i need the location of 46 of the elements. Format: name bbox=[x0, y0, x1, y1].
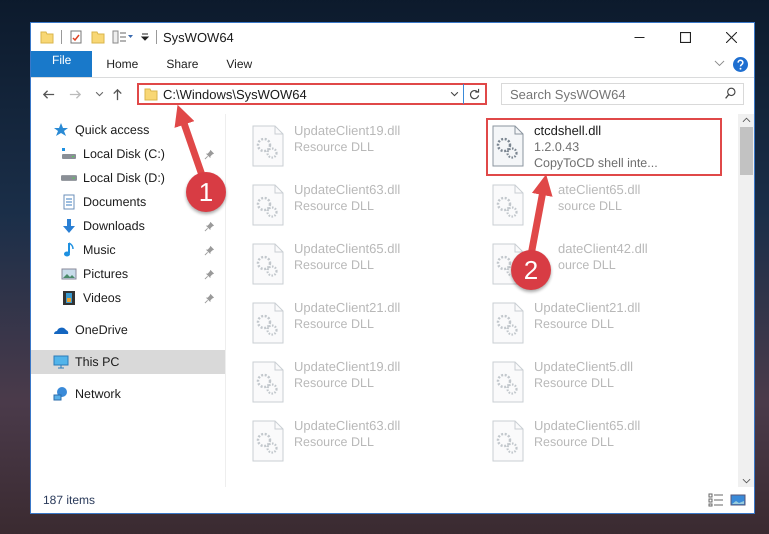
file-name: UpdateClient63.dll bbox=[294, 182, 400, 197]
address-path: C:\Windows\SysWOW64 bbox=[163, 86, 308, 102]
search-field[interactable]: Search SysWOW64 bbox=[501, 83, 744, 105]
file-description: Resource DLL bbox=[294, 376, 375, 390]
file-description: Resource DLL bbox=[294, 435, 375, 449]
file-name: UpdateClient65.dll bbox=[294, 241, 400, 256]
file-description: CopyToCD shell inte... bbox=[534, 156, 658, 170]
ribbon-tab[interactable]: Share bbox=[152, 51, 212, 77]
file-name: UpdateClient21.dll bbox=[534, 300, 640, 315]
nav-item[interactable]: Network bbox=[31, 382, 225, 406]
nav-item[interactable]: Pictures bbox=[83, 267, 128, 281]
nav-item[interactable]: Quick access bbox=[31, 118, 225, 142]
file-name: UpdateClient5.dll bbox=[534, 359, 634, 374]
file-name: ctcdshell.dll bbox=[534, 123, 602, 138]
file-description: source DLL bbox=[558, 199, 623, 213]
file-description: Resource DLL bbox=[534, 435, 615, 449]
nav-item[interactable]: OneDrive bbox=[31, 318, 225, 342]
file-version: 1.2.0.43 bbox=[534, 140, 580, 154]
nav-item[interactable]: Local Disk (C:) bbox=[83, 147, 165, 161]
file-name: UpdateClient63.dll bbox=[294, 418, 400, 433]
file-tab[interactable]: File bbox=[31, 51, 92, 77]
ribbon-tab[interactable]: Home bbox=[92, 51, 152, 77]
file-description: Resource DLL bbox=[294, 199, 375, 213]
selected-file-item[interactable]: ctcdshell.dll 1.2.0.43 CopyToCD shell inte... bbox=[486, 118, 722, 176]
file-name: dateClient42.dll bbox=[558, 241, 648, 256]
nav-item[interactable]: Music bbox=[83, 243, 116, 257]
file-name: ateClient65.dll bbox=[558, 182, 640, 197]
nav-item[interactable]: This PC bbox=[31, 350, 225, 374]
nav-item[interactable]: Videos bbox=[83, 291, 121, 305]
file-name: UpdateClient21.dll bbox=[294, 300, 400, 315]
file-description: Resource DLL bbox=[534, 376, 615, 390]
nav-item[interactable]: Downloads bbox=[83, 219, 145, 233]
file-description: Resource DLL bbox=[294, 140, 375, 154]
file-name: UpdateClient19.dll bbox=[294, 123, 400, 138]
file-name: UpdateClient19.dll bbox=[294, 359, 400, 374]
file-name: UpdateClient65.dll bbox=[534, 418, 640, 433]
window-title: SysWOW64 bbox=[163, 30, 234, 44]
ribbon-tab[interactable]: View bbox=[212, 51, 266, 77]
item-count: 187 items bbox=[43, 493, 96, 507]
file-description: ource DLL bbox=[558, 258, 617, 272]
nav-item[interactable]: Local Disk (D:) bbox=[83, 171, 165, 185]
file-description: Resource DLL bbox=[294, 258, 375, 272]
nav-item[interactable]: Documents bbox=[83, 195, 146, 209]
file-description: Resource DLL bbox=[294, 317, 375, 331]
file-description: Resource DLL bbox=[534, 317, 615, 331]
address-bar[interactable]: C:\Windows\SysWOW64 bbox=[137, 83, 487, 105]
